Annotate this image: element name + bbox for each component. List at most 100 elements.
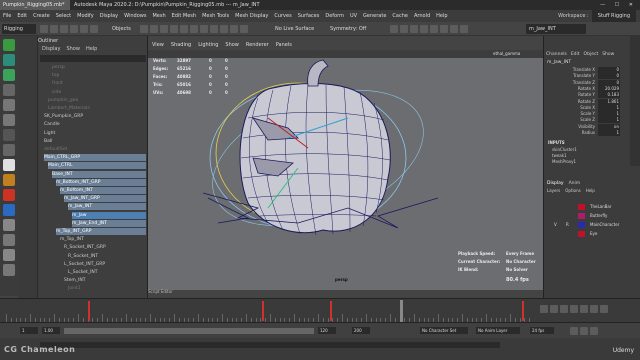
outliner-item[interactable]: Ball [44,138,52,145]
tool-icon-15[interactable] [3,249,15,261]
outliner-item[interactable]: m_Top_INT_GRP [56,228,146,235]
channel-attribute-row[interactable]: Translate Z0 [548,79,620,86]
channels-menu-channels[interactable]: Channels [546,52,567,57]
menu-cache[interactable]: Cache [392,10,408,22]
file-tab[interactable]: Pumpkin_Rigging05.mb* [0,0,70,10]
channel-attribute-row[interactable]: Translate Y0 [548,73,620,80]
outliner-item[interactable]: pumpkin_geo [48,97,78,104]
menu-set-dropdown[interactable]: Rigging [2,24,36,34]
vp-menu-panels[interactable]: Panels [276,40,292,50]
channel-attribute-row[interactable]: Visibility on [548,123,620,130]
menu-mesh-tools[interactable]: Mesh Tools [202,10,229,22]
fps-setting-field[interactable]: 24 fps [530,327,554,334]
channel-attribute-value[interactable]: 0 [598,67,620,73]
menu-uv[interactable]: UV [350,10,357,22]
outliner-item[interactable]: persp [52,64,65,71]
snap-point-icon[interactable] [160,25,168,33]
output-node-1[interactable]: MeshProxy1 [552,159,576,164]
outliner-item[interactable]: Lambert_Materials [48,105,90,112]
channel-attribute-value[interactable]: 1 [598,117,620,124]
layer-tab-anim[interactable]: Anim [569,181,581,186]
channel-attribute-value[interactable]: 1 [598,111,620,118]
graph-layout-icon[interactable] [3,204,15,216]
channel-attribute-value[interactable]: 1 [598,130,620,136]
outliner-item[interactable]: side [52,89,61,96]
outliner-item[interactable]: defaultSet [44,146,67,153]
end-time-field[interactable]: 200 [352,327,370,334]
outliner-item[interactable]: Candle [44,121,60,128]
layer-menu-options[interactable]: Options [565,188,580,193]
channel-attribute-row[interactable]: Scale Y1 [548,111,620,118]
menu-arnold[interactable]: Arnold [414,10,430,22]
outliner-menu-display[interactable]: Display [42,46,60,52]
ipr-icon[interactable] [210,25,218,33]
channel-attribute-value[interactable]: 1 [598,104,620,111]
outliner-item[interactable]: R_Socket_INT [68,253,98,260]
outliner-item[interactable]: m_Jaw_INT_GRP [64,195,146,203]
input-node-2[interactable]: tweak1 [552,153,567,158]
ui-toggle-icon[interactable] [460,25,468,33]
outliner-item[interactable]: m_Jaw_INT [68,203,146,211]
menu-edit-mesh[interactable]: Edit Mesh [172,10,196,22]
vp-menu-shading[interactable]: Shading [171,40,191,50]
channel-attribute-row[interactable]: Rotate X 20.029 [548,85,620,92]
window-controls[interactable]: — ☐ ✕ [600,0,637,10]
render-settings-icon[interactable] [220,25,228,33]
layout-icon[interactable] [3,174,15,186]
channel-attribute-value[interactable]: 1.861 [598,98,620,105]
layer-playback-toggle[interactable]: R [566,221,569,229]
outliner-item[interactable]: m_Top_INT [60,236,84,243]
open-scene-icon[interactable] [50,25,58,33]
channels-menu-edit[interactable]: Edit [571,52,580,57]
outliner-item[interactable]: Base_INT [52,170,146,178]
range-slider[interactable] [64,328,314,334]
menu-mesh-display[interactable]: Mesh Display [235,10,268,22]
play-forwards-icon[interactable] [570,305,578,313]
current-frame-marker[interactable] [400,300,403,322]
outliner-layout-icon[interactable] [3,189,15,201]
vp-menu-show[interactable]: Show [225,40,239,50]
go-to-end-icon[interactable] [590,305,598,313]
lasso-tool-icon[interactable] [3,54,15,66]
channel-attribute-row[interactable]: Rotate Y 0.183 [548,92,620,99]
outliner-menu-help[interactable]: Help [86,46,97,52]
outliner-item[interactable]: m_Jaw_End_JNT [72,219,146,227]
anim-prefs-icon[interactable] [580,327,588,335]
menu-create[interactable]: Create [33,10,50,22]
vp-menu-view[interactable]: View [152,40,164,50]
menu-generate[interactable]: Generate [363,10,386,22]
layer-menu-help[interactable]: Help [586,188,595,193]
four-view-icon[interactable] [3,159,15,171]
command-line-input[interactable] [40,342,500,348]
tool-icon-16[interactable] [3,264,15,276]
channel-attribute-row[interactable]: Radius 1 [548,130,620,136]
layer-visibility-toggle[interactable]: V [554,221,557,229]
sound-icon[interactable] [590,327,598,335]
script-editor-label[interactable]: Script Editor [148,289,173,294]
outliner-item[interactable]: Main_CTRL [48,162,146,170]
go-to-start-icon[interactable] [540,305,548,313]
select-tool-icon[interactable] [3,39,15,51]
name-field[interactable]: m_Jaw_INT [526,24,586,34]
paint-select-icon[interactable] [3,69,15,81]
viewport-icon[interactable] [410,25,418,33]
select-hierarchy-icon[interactable] [90,25,98,33]
move-tool-icon[interactable] [3,84,15,96]
channel-attribute-value[interactable]: 0.183 [598,92,620,99]
tool-icon-14[interactable] [3,234,15,246]
vp-menu-lighting[interactable]: Lighting [198,40,218,50]
channel-attribute-row[interactable]: Scale X1 [548,104,620,111]
anim-layer-field[interactable]: No Anim Layer [476,327,520,334]
outliner-menu-show[interactable]: Show [66,46,80,52]
outliner-item[interactable]: R_Socket_INT_GRP [64,244,106,251]
color-space-field[interactable]: ethal_gamma [493,50,520,58]
start-time-field[interactable]: 1 [20,327,38,334]
channel-attribute-value[interactable]: 20.029 [598,85,620,92]
magnet-icon[interactable] [240,25,248,33]
menu-windows[interactable]: Windows [124,10,146,22]
single-view-icon[interactable] [3,144,15,156]
display-layer-row[interactable]: Eye [548,230,640,238]
hypershade-icon[interactable] [230,25,238,33]
workspace-selector[interactable]: Workspace : Stuff Rigging [558,10,636,22]
auto-key-icon[interactable] [570,327,578,335]
